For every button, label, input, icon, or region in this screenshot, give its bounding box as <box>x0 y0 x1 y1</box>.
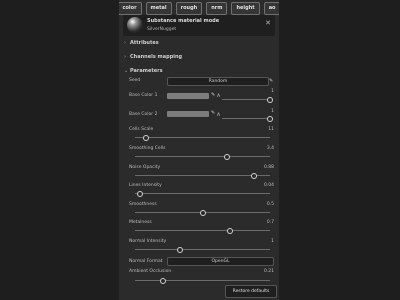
ambient-occlusion-knob[interactable] <box>160 278 167 284</box>
metalness-value: 0.7 <box>266 220 274 225</box>
base-color-1-alpha-label: A <box>217 94 221 99</box>
random-seed-button[interactable]: Random <box>167 77 269 86</box>
ambient-occlusion-label: Ambient Occlusion <box>129 269 172 274</box>
material-mode-title: Substance material mode <box>147 18 220 24</box>
smoothing-cells-knob[interactable] <box>223 154 230 160</box>
channel-button-height[interactable]: height <box>231 2 260 15</box>
base-color-1-swatch[interactable] <box>167 93 209 99</box>
smoothness-value: 0.5 <box>266 202 274 207</box>
restore-defaults-button[interactable]: Restore defaults <box>225 285 277 298</box>
base-color-2-swatch[interactable] <box>167 111 209 117</box>
normal-intensity-knob[interactable] <box>176 247 183 253</box>
base-color-1-alpha-track <box>222 99 270 100</box>
noise-opacity-value: 0.88 <box>263 165 274 170</box>
cells-scale-track <box>135 137 270 138</box>
base-color-1-label: Base Color 1 <box>129 93 158 98</box>
section-channels-mapping[interactable]: › Channels mapping <box>124 54 182 60</box>
ambient-occlusion-value: 0.21 <box>263 269 274 274</box>
normal-format-select[interactable]: OpenGL <box>167 257 274 266</box>
cells-scale-label: Cells Scale <box>129 127 154 132</box>
smoothing-cells-value: 3.4 <box>266 146 274 151</box>
section-parameters-label: Parameters <box>130 68 163 74</box>
section-channels-mapping-label: Channels mapping <box>130 54 183 60</box>
cells-scale-knob[interactable] <box>142 135 149 141</box>
eyedropper-icon[interactable]: ✎ <box>211 92 215 98</box>
channel-button-ao[interactable]: ao <box>263 2 279 15</box>
cells-scale-value: 11 <box>268 127 274 132</box>
section-parameters[interactable]: ⌄ Parameters <box>124 68 163 74</box>
channel-button-rough[interactable]: rough <box>175 2 203 15</box>
close-icon[interactable]: ✕ <box>265 20 271 27</box>
base-color-2-alpha-label: A <box>217 113 221 118</box>
channel-button-color[interactable]: color <box>119 2 142 15</box>
section-attributes[interactable]: › Attributes <box>124 40 159 46</box>
base-color-1-alpha-value: 1 <box>271 89 274 94</box>
lines-intensity-label: Lines Intensity <box>129 183 162 188</box>
noise-opacity-knob[interactable] <box>250 173 257 179</box>
normal-format-label: Normal Format <box>129 259 163 264</box>
lines-intensity-value: 0.04 <box>263 183 274 188</box>
seed-label: Seed <box>129 78 141 83</box>
material-panel: color metal rough nrm height ao Substanc… <box>119 0 279 300</box>
normal-intensity-track <box>135 249 270 250</box>
lines-intensity-track <box>135 193 270 194</box>
base-color-2-alpha-value: 1 <box>271 109 274 114</box>
noise-opacity-label: Noise Opacity <box>129 165 161 170</box>
normal-intensity-label: Normal Intensity <box>129 239 167 244</box>
section-attributes-label: Attributes <box>130 40 159 46</box>
normal-intensity-value: 1 <box>271 239 274 244</box>
channel-button-metal[interactable]: metal <box>145 2 172 15</box>
material-preview-sphere <box>127 17 143 33</box>
smoothness-label: Smoothness <box>129 202 157 207</box>
ambient-occlusion-track <box>135 280 270 281</box>
base-color-2-alpha-knob[interactable] <box>267 116 273 122</box>
base-color-1-alpha-knob[interactable] <box>267 97 273 103</box>
noise-opacity-track <box>135 175 270 176</box>
channel-button-nrm[interactable]: nrm <box>206 2 228 15</box>
material-card: Substance material mode SilverNugget ✕ <box>123 15 275 36</box>
base-color-2-alpha-track <box>222 118 270 119</box>
dice-icon[interactable]: ✎ <box>269 78 273 84</box>
smoothing-cells-track <box>135 156 270 157</box>
smoothness-knob[interactable] <box>199 210 206 216</box>
lines-intensity-knob[interactable] <box>137 191 144 197</box>
material-name: SilverNugget <box>147 27 177 32</box>
metalness-knob[interactable] <box>226 228 233 234</box>
smoothing-cells-label: Smoothing Cells <box>129 146 166 151</box>
eyedropper-icon[interactable]: ✎ <box>211 110 215 116</box>
metalness-label: Metalness <box>129 220 152 225</box>
base-color-2-label: Base Color 2 <box>129 112 158 117</box>
metalness-track <box>135 230 270 231</box>
